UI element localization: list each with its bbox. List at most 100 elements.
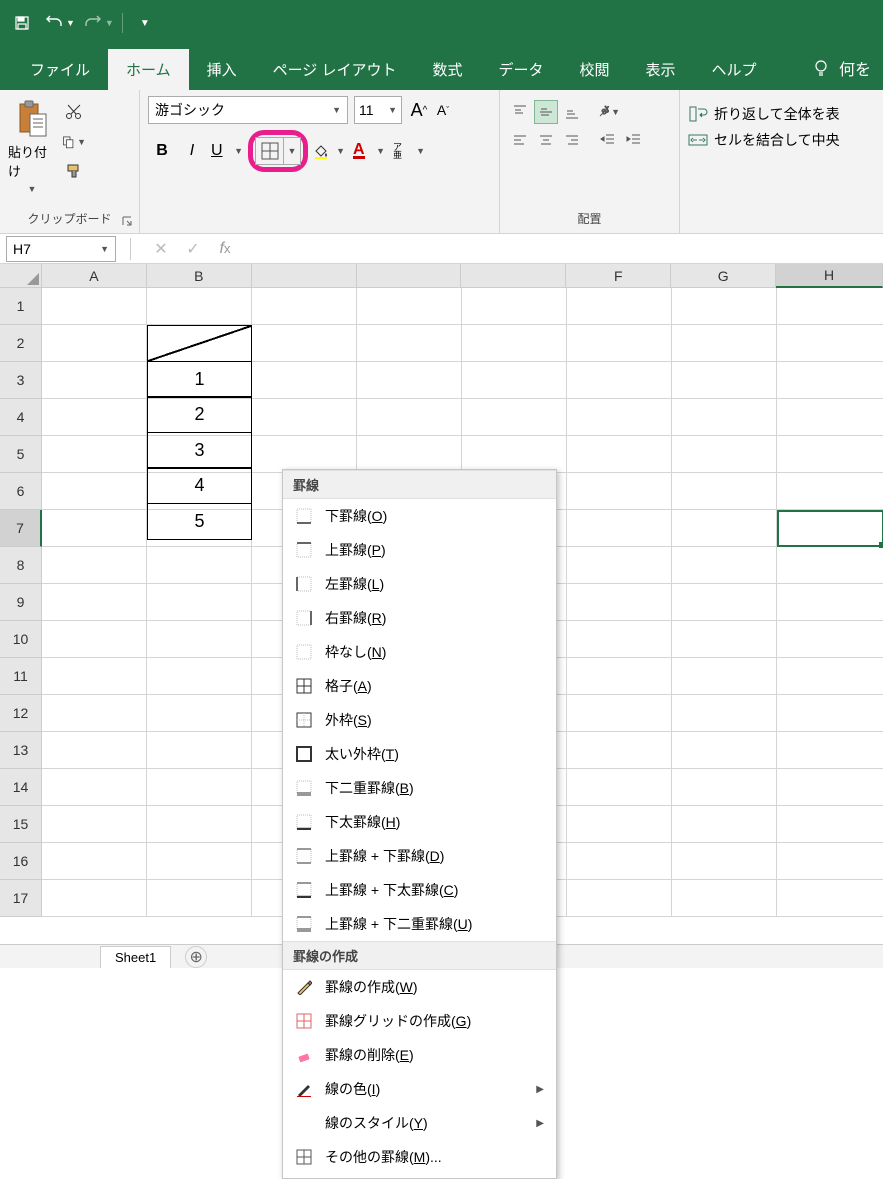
row-header-3[interactable]: 3 xyxy=(0,362,42,399)
cell[interactable] xyxy=(252,288,357,325)
border-menu-item[interactable]: 罫線の作成(W) xyxy=(283,970,556,1004)
cell[interactable] xyxy=(567,695,672,732)
row-header-6[interactable]: 6 xyxy=(0,473,42,510)
tab-formulas[interactable]: 数式 xyxy=(414,49,480,90)
col-header-A[interactable]: A xyxy=(42,264,147,288)
font-size-combo[interactable]: 11 ▼ xyxy=(354,96,402,124)
cell[interactable] xyxy=(777,584,883,621)
cell[interactable] xyxy=(147,843,252,880)
cell[interactable] xyxy=(777,732,883,769)
cell[interactable] xyxy=(567,547,672,584)
cell[interactable] xyxy=(672,621,777,658)
table-cell[interactable]: 1 xyxy=(147,361,252,398)
col-header-D[interactable] xyxy=(357,264,462,288)
font-name-combo[interactable]: 游ゴシック ▼ xyxy=(148,96,348,124)
increase-indent-button[interactable] xyxy=(622,128,646,152)
table-cell-diag[interactable] xyxy=(147,325,252,362)
new-sheet-button[interactable]: ⊕ xyxy=(185,946,207,968)
cell[interactable] xyxy=(147,880,252,917)
border-menu-item[interactable]: 罫線グリッドの作成(G) xyxy=(283,1004,556,1038)
select-all-corner[interactable] xyxy=(0,264,42,288)
cell[interactable] xyxy=(567,510,672,547)
dialog-launcher-icon[interactable] xyxy=(121,215,135,229)
tab-home[interactable]: ホーム xyxy=(108,49,189,90)
cell[interactable] xyxy=(42,806,147,843)
tab-insert[interactable]: 挿入 xyxy=(189,49,255,90)
row-header-14[interactable]: 14 xyxy=(0,769,42,806)
align-right-button[interactable] xyxy=(560,128,584,152)
cell[interactable] xyxy=(357,362,462,399)
cell[interactable] xyxy=(252,362,357,399)
border-menu-item[interactable]: 線の色(I)▶ xyxy=(283,1072,556,1106)
cell[interactable] xyxy=(777,510,883,547)
cell[interactable] xyxy=(777,325,883,362)
cell[interactable] xyxy=(777,288,883,325)
cell[interactable] xyxy=(672,399,777,436)
cell[interactable] xyxy=(357,436,462,473)
cell[interactable] xyxy=(42,436,147,473)
cell[interactable] xyxy=(462,436,567,473)
cell[interactable] xyxy=(672,436,777,473)
row-header-11[interactable]: 11 xyxy=(0,658,42,695)
cell[interactable] xyxy=(567,621,672,658)
cell[interactable] xyxy=(777,806,883,843)
cell[interactable] xyxy=(42,621,147,658)
cell[interactable] xyxy=(462,399,567,436)
row-header-2[interactable]: 2 xyxy=(0,325,42,362)
cell[interactable] xyxy=(42,584,147,621)
cancel-formula-button[interactable]: ✕ xyxy=(151,239,171,259)
border-menu-item[interactable]: 下罫線(O) xyxy=(283,499,556,533)
redo-icon[interactable] xyxy=(79,9,107,37)
cell[interactable] xyxy=(777,473,883,510)
border-menu-item[interactable]: 左罫線(L) xyxy=(283,567,556,601)
cell[interactable] xyxy=(672,288,777,325)
col-header-H[interactable]: H xyxy=(776,264,883,288)
cell[interactable] xyxy=(42,732,147,769)
row-header-5[interactable]: 5 xyxy=(0,436,42,473)
enter-formula-button[interactable]: ✓ xyxy=(183,239,203,259)
cell[interactable] xyxy=(42,473,147,510)
row-header-17[interactable]: 17 xyxy=(0,880,42,917)
cell[interactable] xyxy=(147,658,252,695)
border-menu-item[interactable]: 上罫線 + 下二重罫線(U) xyxy=(283,907,556,941)
cell[interactable] xyxy=(672,732,777,769)
border-menu-item[interactable]: 罫線の削除(E) xyxy=(283,1038,556,1072)
col-header-E[interactable] xyxy=(461,264,566,288)
border-menu-item[interactable]: その他の罫線(M)... xyxy=(283,1140,556,1174)
row-header-1[interactable]: 1 xyxy=(0,288,42,325)
border-menu-item[interactable]: 線のスタイル(Y)▶ xyxy=(283,1106,556,1140)
grow-font-button[interactable]: A^ xyxy=(408,96,430,124)
format-painter-button[interactable] xyxy=(62,160,86,184)
italic-button[interactable]: I xyxy=(178,137,206,165)
cell[interactable] xyxy=(567,362,672,399)
border-menu-item[interactable]: 太い外枠(T) xyxy=(283,737,556,771)
cell[interactable] xyxy=(42,769,147,806)
cell[interactable] xyxy=(777,362,883,399)
cell[interactable] xyxy=(672,843,777,880)
cell[interactable] xyxy=(462,362,567,399)
cell[interactable] xyxy=(672,547,777,584)
row-header-12[interactable]: 12 xyxy=(0,695,42,732)
cell[interactable] xyxy=(147,584,252,621)
cell[interactable] xyxy=(147,732,252,769)
row-header-7[interactable]: 7 xyxy=(0,510,42,547)
cell[interactable] xyxy=(777,658,883,695)
tab-pagelayout[interactable]: ページ レイアウト xyxy=(255,49,415,90)
align-middle-button[interactable] xyxy=(534,100,558,124)
cell[interactable] xyxy=(42,658,147,695)
cell[interactable] xyxy=(357,325,462,362)
cell[interactable] xyxy=(672,769,777,806)
cell[interactable] xyxy=(42,362,147,399)
cell[interactable] xyxy=(672,325,777,362)
cell[interactable] xyxy=(462,288,567,325)
cell[interactable] xyxy=(567,399,672,436)
border-menu-item[interactable]: 上罫線(P) xyxy=(283,533,556,567)
cell[interactable] xyxy=(672,806,777,843)
col-header-B[interactable]: B xyxy=(147,264,252,288)
cell[interactable] xyxy=(357,399,462,436)
cell[interactable] xyxy=(42,695,147,732)
col-header-F[interactable]: F xyxy=(566,264,671,288)
sheet-tab[interactable]: Sheet1 xyxy=(100,946,171,968)
cell[interactable] xyxy=(357,288,462,325)
bold-button[interactable]: B xyxy=(148,137,176,165)
